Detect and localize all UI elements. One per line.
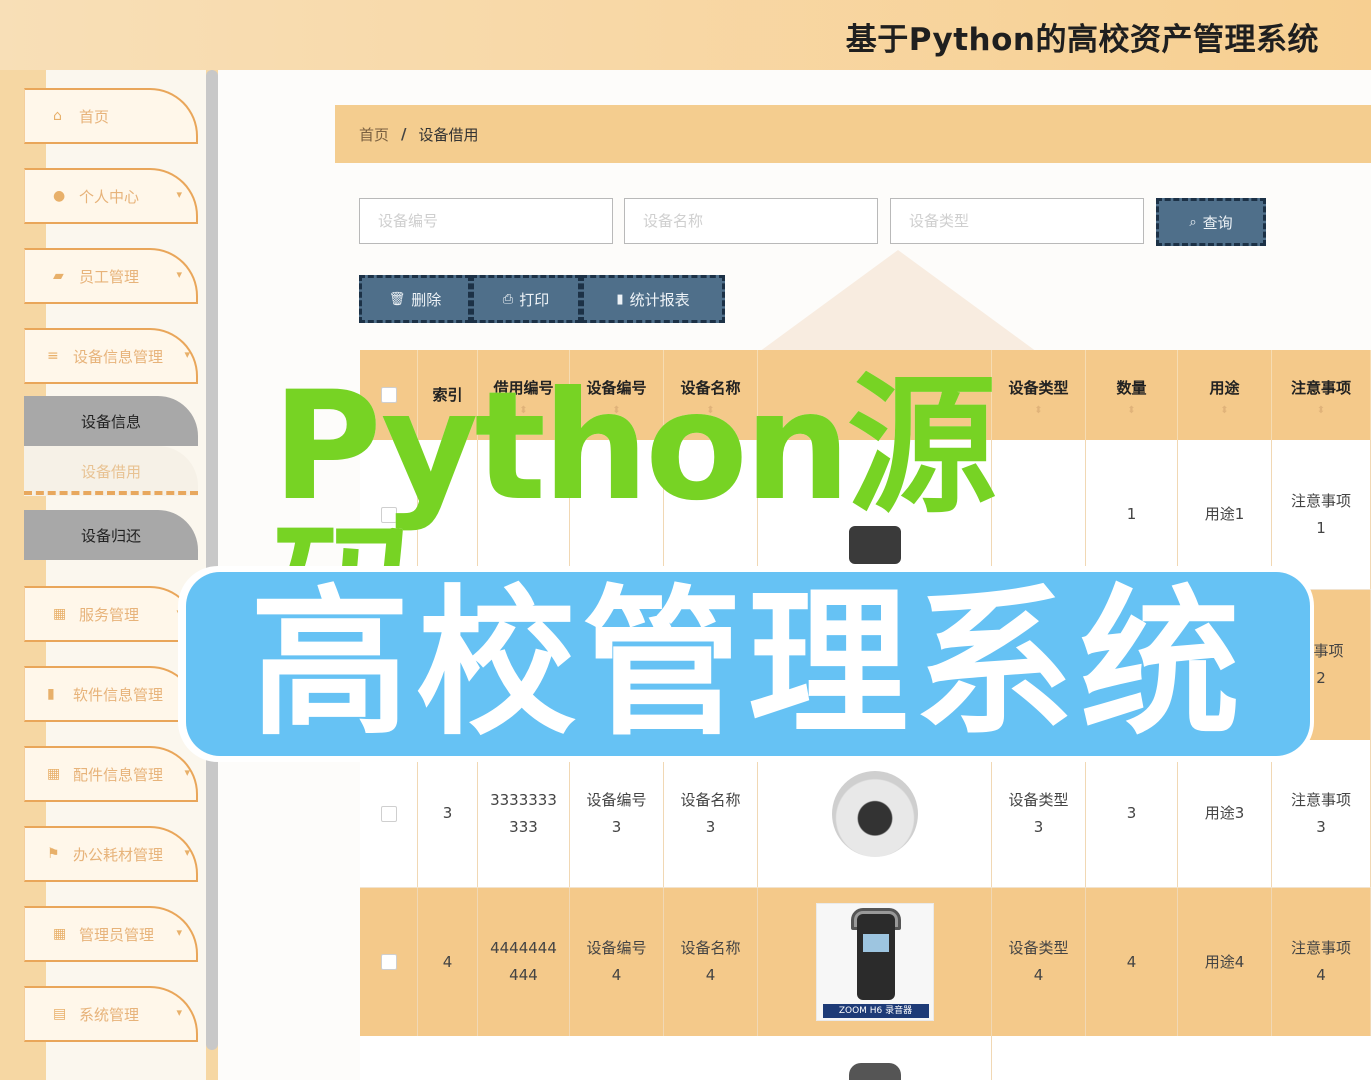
trash-icon: 🗑	[388, 291, 406, 307]
device-type-input[interactable]	[890, 198, 1144, 244]
grid-icon: ▦	[53, 606, 67, 622]
breadcrumb-current: 设备借用	[418, 125, 479, 144]
bar-chart-icon: ▮	[616, 291, 624, 307]
cell-note: 注意事项 4	[1272, 888, 1371, 1036]
cell-device-type: 设备类型 4	[992, 888, 1086, 1036]
sidebar-subitem-device-info[interactable]: 设备信息	[24, 396, 198, 446]
device-image[interactable]	[848, 1062, 901, 1080]
bar-chart-icon: ▮	[47, 686, 55, 702]
table-row[interactable]	[360, 1036, 1371, 1080]
header-note[interactable]: 注意事项 ⬍	[1272, 350, 1371, 440]
breadcrumb-separator: /	[401, 125, 407, 143]
sidebar-subitem-device-borrow[interactable]: 设备借用	[24, 446, 198, 496]
home-icon: ⌂	[53, 108, 62, 124]
report-label: 统计报表	[629, 290, 690, 309]
breadcrumb: 首页 / 设备借用	[335, 105, 1371, 163]
report-button[interactable]: ▮ 统计报表	[581, 275, 725, 323]
sidebar-item-label: 设备信息管理	[73, 347, 164, 366]
table-row[interactable]: 3 3333333 333 设备编号 3 设备名称 3 设备类型 3 3 用途3…	[360, 740, 1371, 888]
cell-note: 注意事项 1	[1272, 440, 1371, 589]
print-button[interactable]: ⎙ 打印	[471, 275, 581, 323]
top-bar: 基于Python的高校资产管理系统	[0, 0, 1371, 70]
device-image[interactable]	[831, 770, 918, 857]
clipboard-icon: ▤	[53, 1006, 67, 1022]
sidebar-item-label: 办公耗材管理	[73, 845, 164, 864]
chevron-down-icon: ▾	[176, 188, 182, 201]
cell-device-name: 设备名称 3	[664, 740, 758, 887]
cell-qty: 4	[1086, 888, 1178, 1036]
overlay-title-system: 高校管理系统	[186, 572, 1310, 756]
sidebar-item-home[interactable]: ⌂ 首页	[24, 88, 198, 144]
header-usage[interactable]: 用途 ⬍	[1178, 350, 1272, 440]
image-caption: ZOOM H6 录音器	[822, 1004, 929, 1018]
user-icon: ●	[53, 188, 66, 204]
cell-note: 注意事项 3	[1272, 740, 1371, 887]
cell-index: 3	[418, 740, 478, 887]
cell-index: 4	[418, 888, 478, 1036]
sidebar-item-label: 管理员管理	[79, 925, 155, 944]
sidebar-item-software[interactable]: ▮ 软件信息管理 ▾	[24, 666, 198, 722]
printer-icon: ⎙	[502, 291, 514, 307]
cell-device-no: 设备编号 3	[570, 740, 664, 887]
thumb-icon: ▰	[53, 268, 64, 284]
sort-icon[interactable]: ⬍	[1220, 405, 1228, 416]
sliders-icon: ≡	[47, 348, 59, 364]
query-label: 查询	[1202, 213, 1233, 232]
sidebar-item-profile[interactable]: ● 个人中心 ▾	[24, 168, 198, 224]
row-checkbox[interactable]	[380, 805, 397, 822]
grid-icon: ▦	[53, 926, 67, 942]
cell-device-no: 设备编号 4	[570, 888, 664, 1036]
sidebar-item-label: 配件信息管理	[73, 765, 164, 784]
sidebar-item-label: 服务管理	[79, 605, 140, 624]
chevron-down-icon: ▾	[176, 268, 182, 281]
cell-image: ZOOM H6 录音器	[758, 888, 992, 1036]
cell-image	[758, 740, 992, 887]
print-label: 打印	[519, 290, 550, 309]
cell-usage: 用途3	[1178, 740, 1272, 887]
chevron-down-icon: ▾	[176, 926, 182, 939]
grid-icon: ▦	[47, 766, 61, 782]
delete-label: 删除	[411, 290, 442, 309]
active-indicator	[24, 491, 198, 495]
sidebar-item-label: 个人中心	[79, 187, 140, 206]
cell-device-name: 设备名称 4	[664, 888, 758, 1036]
sidebar-item-supplies[interactable]: ⚑ 办公耗材管理 ▾	[24, 826, 198, 882]
sidebar-item-device-info[interactable]: ≡ 设备信息管理 ▾	[24, 328, 198, 384]
row-checkbox[interactable]	[380, 954, 397, 970]
sidebar-item-label: 首页	[79, 107, 110, 126]
sidebar-item-label: 员工管理	[79, 267, 140, 286]
sidebar-item-service[interactable]: ▦ 服务管理 ▾	[24, 586, 198, 642]
cell-device-type: 设备类型 3	[992, 740, 1086, 887]
chevron-down-icon: ▾	[184, 766, 190, 779]
sidebar-subitem-device-return[interactable]: 设备归还	[24, 510, 198, 560]
sidebar-item-parts[interactable]: ▦ 配件信息管理 ▾	[24, 746, 198, 802]
sidebar-item-staff[interactable]: ▰ 员工管理 ▾	[24, 248, 198, 304]
breadcrumb-home[interactable]: 首页	[359, 124, 389, 145]
sidebar-item-label: 软件信息管理	[73, 685, 164, 704]
sidebar-item-system[interactable]: ▤ 系统管理 ▾	[24, 986, 198, 1042]
search-icon: ⌕	[1189, 214, 1197, 230]
header-qty[interactable]: 数量 ⬍	[1086, 350, 1178, 440]
app-title: 基于Python的高校资产管理系统	[845, 22, 1319, 58]
device-no-input[interactable]	[359, 198, 613, 244]
device-name-input[interactable]	[624, 198, 878, 244]
query-button[interactable]: ⌕ 查询	[1156, 198, 1266, 246]
cell-usage: 用途4	[1178, 888, 1272, 1036]
cell-borrow-no: 4444444 444	[478, 888, 570, 1036]
sidebar-item-label: 系统管理	[79, 1005, 140, 1024]
sort-icon[interactable]: ⬍	[1127, 405, 1135, 416]
sidebar-scrollbar[interactable]	[206, 70, 218, 1050]
device-image[interactable]: ZOOM H6 录音器	[815, 903, 934, 1021]
flag-icon: ⚑	[47, 846, 60, 862]
cell-image	[758, 1036, 992, 1080]
sidebar-item-admin[interactable]: ▦ 管理员管理 ▾	[24, 906, 198, 962]
cell-borrow-no: 3333333 333	[478, 740, 570, 887]
table-row[interactable]: 4 4444444 444 设备编号 4 设备名称 4 ZOOM H6 录音器 …	[360, 888, 1371, 1036]
delete-button[interactable]: 🗑 删除	[359, 275, 471, 323]
chevron-down-icon: ▾	[184, 348, 190, 361]
cell-qty: 3	[1086, 740, 1178, 887]
chevron-down-icon: ▾	[176, 1006, 182, 1019]
chevron-down-icon: ▾	[184, 846, 190, 859]
sort-icon[interactable]: ⬍	[1317, 405, 1325, 416]
